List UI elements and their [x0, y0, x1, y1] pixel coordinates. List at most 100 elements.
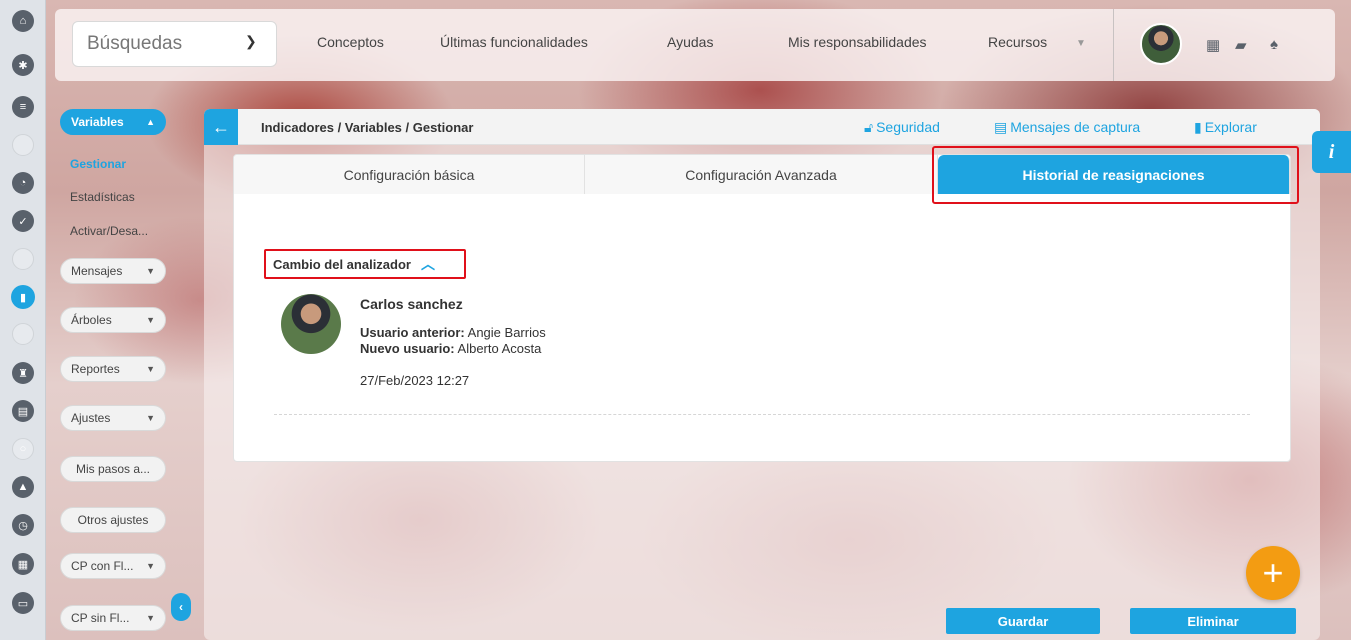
bar-chart-icon: ▮: [1194, 119, 1202, 135]
explore-link[interactable]: ▮ Explorar: [1194, 119, 1257, 136]
tab-label: Configuración Avanzada: [685, 166, 837, 183]
menu-group-label: Mensajes: [71, 264, 123, 278]
calendar-icon[interactable]: ▦: [12, 553, 34, 575]
tab-configuracion-avanzada[interactable]: Configuración Avanzada: [585, 155, 938, 194]
module-placeholder-icon[interactable]: [12, 134, 34, 156]
caret-down-icon: ▼: [146, 413, 155, 423]
previous-user-label: Usuario anterior:: [360, 325, 465, 340]
explore-label: Explorar: [1204, 119, 1257, 135]
menu-group-arboles[interactable]: Árboles ▼: [60, 307, 166, 333]
capture-messages-link[interactable]: ▤ Mensajes de captura: [994, 119, 1140, 136]
menu-group-variables[interactable]: Variables ▲: [60, 109, 166, 135]
menu-group-label: CP sin Fl...: [71, 611, 130, 625]
add-button[interactable]: +: [1246, 546, 1300, 600]
section-toggle[interactable]: Cambio del analizador ︿: [264, 249, 466, 279]
breadcrumb: Indicadores / Variables / Gestionar: [261, 120, 474, 135]
info-icon[interactable]: i: [1312, 131, 1351, 173]
nav-ultimas-funcionalidades[interactable]: Últimas funcionalidades: [440, 34, 588, 50]
caret-down-icon: ▼: [146, 315, 155, 325]
tab-label: Configuración básica: [343, 166, 475, 183]
presentation-icon[interactable]: ▭: [12, 592, 34, 614]
submenu-item-gestionar[interactable]: Gestionar: [70, 157, 126, 171]
pie-chart-icon[interactable]: ◔: [12, 172, 34, 194]
gear-icon[interactable]: ✱: [12, 54, 34, 76]
capture-messages-label: Mensajes de captura: [1010, 119, 1141, 135]
section-title: Cambio del analizador: [273, 256, 411, 272]
caret-down-icon: ▼: [146, 266, 155, 276]
menu-group-ajustes[interactable]: Ajustes ▼: [60, 405, 166, 431]
map-icon[interactable]: ▰: [1235, 36, 1247, 54]
chevron-down-icon[interactable]: ❯: [245, 33, 257, 50]
bar-chart-icon[interactable]: ▮: [11, 285, 35, 309]
icon-rail: ⌂ ✱ ≡ ◔ ✓ ▮ ♜ ▤ ○ ▲ ◷ ▦ ▭: [0, 0, 46, 640]
submenu-item-estadisticas[interactable]: Estadísticas: [70, 190, 135, 204]
menu-group-label: CP con Fl...: [71, 559, 134, 573]
document-icon[interactable]: ▤: [12, 400, 34, 422]
security-label: Seguridad: [876, 119, 940, 135]
module-placeholder-icon[interactable]: [12, 323, 34, 345]
menu-group-cp-sin-fl[interactable]: CP sin Fl... ▼: [60, 605, 166, 631]
back-button[interactable]: ←: [204, 109, 238, 145]
menu-item-otros-ajustes[interactable]: Otros ajustes: [60, 507, 166, 533]
avatar[interactable]: [1140, 23, 1182, 65]
tower-icon[interactable]: ♜: [12, 362, 34, 384]
nav-conceptos[interactable]: Conceptos: [317, 34, 384, 50]
lock-icon: 🔓︎: [864, 119, 874, 135]
divider: [1113, 9, 1114, 81]
warning-icon[interactable]: ▲: [12, 476, 34, 498]
home-icon[interactable]: ⌂: [12, 10, 34, 32]
search-label: Búsquedas: [87, 33, 183, 54]
menu-group-label: Reportes: [71, 362, 120, 376]
caret-up-icon: ▲: [146, 117, 155, 127]
menu-group-mensajes[interactable]: Mensajes ▼: [60, 258, 166, 284]
menu-item-label: Otros ajustes: [77, 513, 149, 527]
new-user-line: Nuevo usuario: Alberto Acosta: [360, 341, 541, 356]
delete-button[interactable]: Eliminar: [1130, 608, 1296, 634]
tab-configuracion-basica[interactable]: Configuración básica: [234, 155, 585, 194]
panel-header: ← Indicadores / Variables / Gestionar 🔓︎…: [204, 109, 1320, 145]
submenu-item-activar[interactable]: Activar/Desa...: [70, 224, 148, 238]
calendar-icon[interactable]: ▦: [1206, 36, 1220, 54]
message-icon: ▤: [994, 119, 1008, 135]
caret-down-icon: ▼: [146, 364, 155, 374]
security-link[interactable]: 🔓︎ Seguridad: [864, 119, 940, 136]
divider: [274, 414, 1250, 415]
content-card: Configuración básica Configuración Avanz…: [233, 146, 1299, 462]
menu-group-cp-con-fl[interactable]: CP con Fl... ▼: [60, 553, 166, 579]
bell-icon[interactable]: ♠: [1270, 36, 1278, 53]
highlight-box: [932, 146, 1299, 204]
collapse-menu-button[interactable]: ‹: [171, 593, 191, 621]
previous-user-value: Angie Barrios: [467, 325, 546, 340]
module-placeholder-icon[interactable]: [12, 248, 34, 270]
previous-user-line: Usuario anterior: Angie Barrios: [360, 325, 546, 340]
plus-icon: +: [1262, 552, 1284, 593]
nav-mis-responsabilidades[interactable]: Mis responsabilidades: [788, 34, 927, 50]
top-bar: Búsquedas ❯ Conceptos Últimas funcionali…: [55, 9, 1335, 81]
caret-down-icon: ▼: [146, 613, 155, 623]
check-icon[interactable]: ✓: [12, 210, 34, 232]
arrow-left-icon: ←: [212, 116, 230, 137]
save-button[interactable]: Guardar: [946, 608, 1100, 634]
menu-group-label: Árboles: [71, 313, 112, 327]
main-panel: ← Indicadores / Variables / Gestionar 🔓︎…: [204, 109, 1320, 640]
menu-group-label: Ajustes: [71, 411, 111, 425]
menu-item-label: Mis pasos a...: [75, 462, 151, 476]
module-menu: Variables ▲ Gestionar Estadísticas Activ…: [46, 90, 176, 640]
nav-ayudas[interactable]: Ayudas: [667, 34, 713, 50]
caret-down-icon: ▼: [146, 561, 155, 571]
chevron-left-icon: ‹: [179, 600, 183, 614]
menu-group-label: Variables: [71, 115, 124, 129]
menu-toggle-icon[interactable]: ≡: [12, 96, 34, 118]
clock-icon[interactable]: ◷: [12, 514, 34, 536]
chevron-up-icon: ︿: [420, 256, 435, 272]
menu-group-reportes[interactable]: Reportes ▼: [60, 356, 166, 382]
entry-date: 27/Feb/2023 12:27: [360, 373, 470, 388]
nav-recursos[interactable]: Recursos: [988, 34, 1047, 50]
cycle-icon[interactable]: ○: [12, 438, 34, 460]
new-user-label: Nuevo usuario:: [360, 341, 455, 356]
menu-item-mis-pasos[interactable]: Mis pasos a...: [60, 456, 166, 482]
caret-down-icon[interactable]: ▼: [1076, 38, 1086, 49]
new-user-value: Alberto Acosta: [457, 341, 542, 356]
avatar: [281, 294, 341, 354]
entry-user-name: Carlos sanchez: [360, 296, 463, 312]
